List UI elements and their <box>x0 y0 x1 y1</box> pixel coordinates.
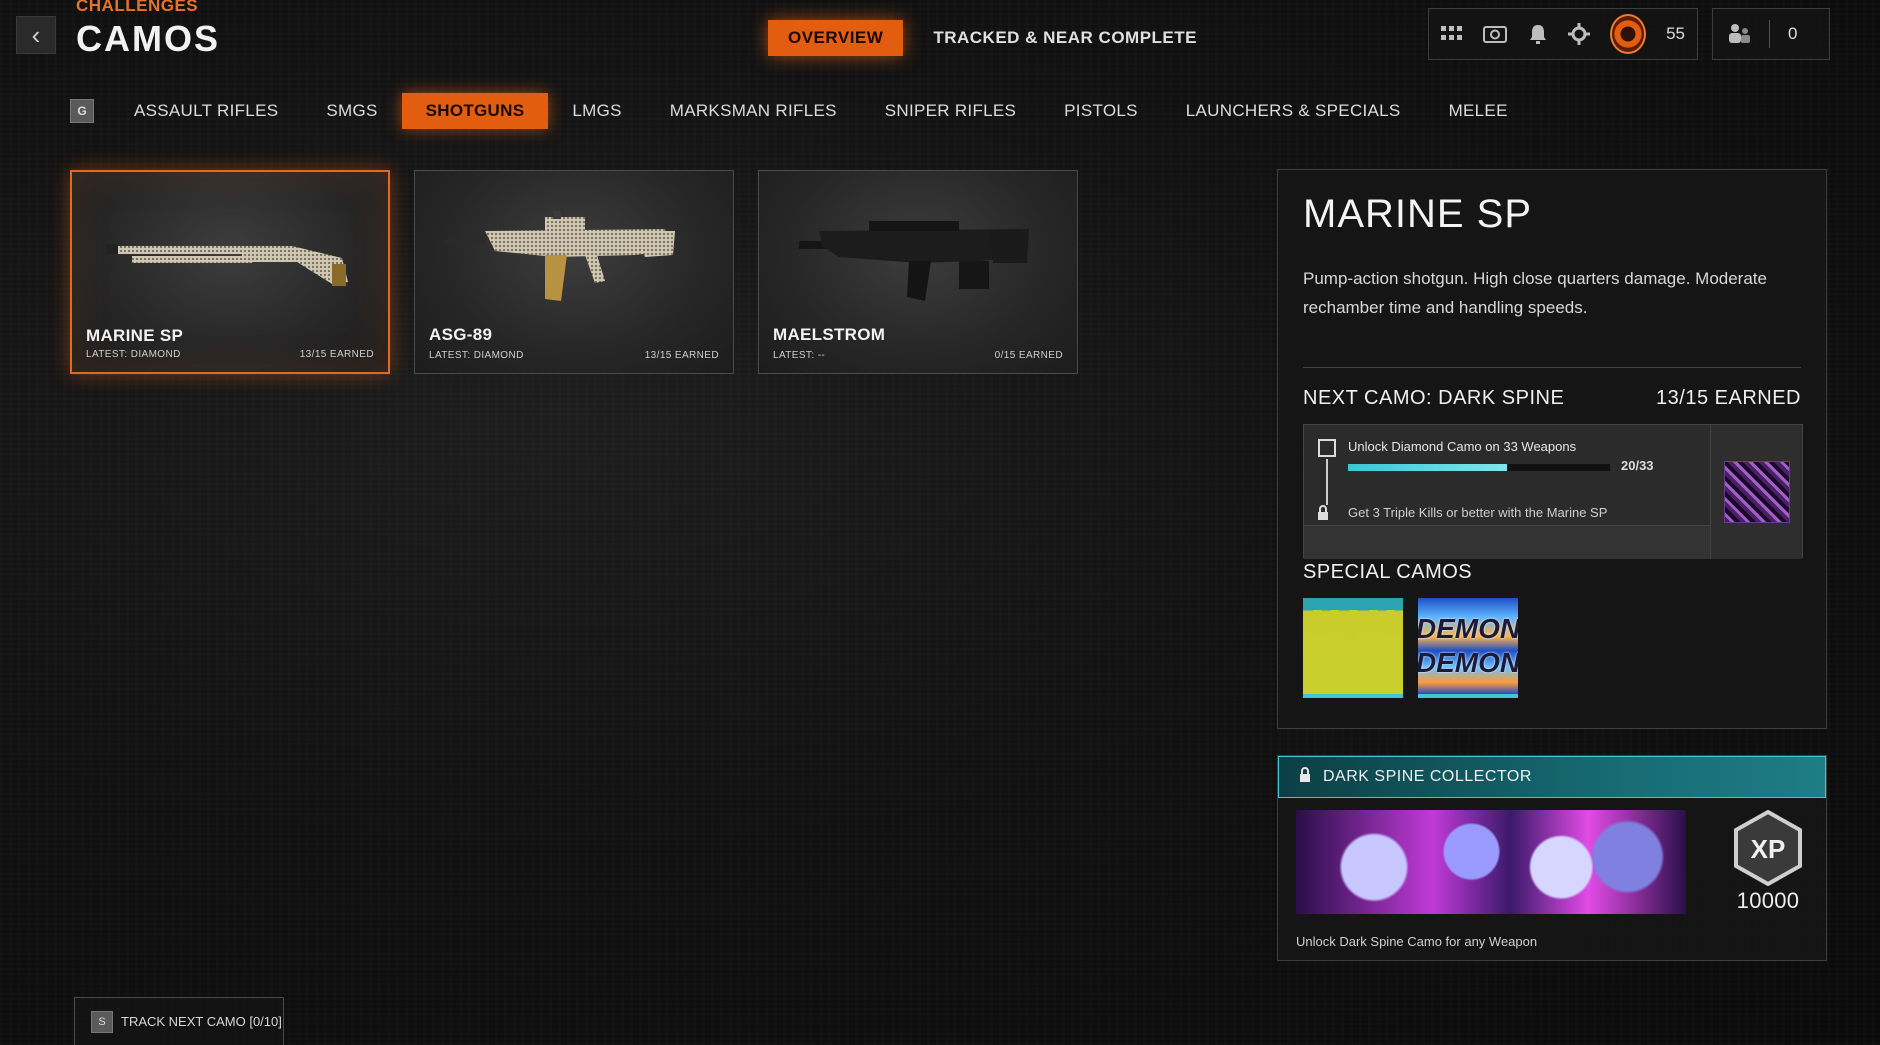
challenge-1-text: Unlock Diamond Camo on 33 Weapons <box>1348 439 1577 454</box>
demon-text: DEMON <box>1418 613 1518 644</box>
weapon-earned-count: 13/15 EARNED <box>644 350 719 361</box>
breadcrumb: CHALLENGES <box>76 0 199 15</box>
camera-icon[interactable] <box>1483 22 1507 46</box>
tab-launchers-specials[interactable]: LAUNCHERS & SPECIALS <box>1162 93 1425 129</box>
weapon-latest-camo: LATEST: DIAMOND <box>429 350 524 361</box>
xp-amount: 10000 <box>1736 888 1800 913</box>
tab-pistols[interactable]: PISTOLS <box>1040 93 1162 129</box>
collector-title: DARK SPINE COLLECTOR <box>1323 768 1532 785</box>
next-camo-label: NEXT CAMO: DARK SPINE <box>1303 387 1565 409</box>
back-button[interactable]: ‹ <box>16 16 56 54</box>
dark-spine-camo-thumb <box>1723 461 1790 523</box>
detail-description: Pump-action shotgun. High close quarters… <box>1303 269 1767 317</box>
connector-line <box>1326 459 1328 505</box>
party-divider <box>1769 20 1770 48</box>
drip <box>1387 610 1395 638</box>
hud-bar: 55 <box>1428 8 1698 60</box>
camo-challenge-box[interactable]: Unlock Diamond Camo on 33 Weapons 20/33 … <box>1303 424 1803 559</box>
prestige-level-icon[interactable] <box>1610 14 1647 54</box>
drip <box>1369 610 1377 630</box>
challenge-row-bg <box>1304 525 1712 559</box>
weapon-detail-panel: MARINE SP Pump-action shotgun. High clos… <box>1277 169 1827 729</box>
weapon-card-asg-89[interactable]: ASG-89 LATEST: DIAMOND 13/15 EARNED <box>414 170 734 374</box>
chevron-left-icon: ‹ <box>31 20 41 50</box>
detail-weapon-name: MARINE SP <box>1303 192 1533 236</box>
player-level: 55 <box>1666 24 1685 43</box>
bell-icon[interactable] <box>1527 22 1548 46</box>
checkbox-icon <box>1318 439 1336 457</box>
rifle-image <box>445 211 675 301</box>
lock-icon <box>1317 505 1337 525</box>
dark-spine-camo-preview <box>1296 810 1686 914</box>
track-next-camo-button[interactable]: S TRACK NEXT CAMO [0/10] <box>74 997 284 1045</box>
party-count: 0 <box>1788 24 1798 43</box>
party-members-icon <box>1727 22 1751 46</box>
gear-icon[interactable] <box>1568 22 1591 46</box>
next-camo-preview <box>1710 425 1802 559</box>
demon-text: DEMON <box>1418 647 1518 678</box>
drip <box>1349 610 1357 642</box>
weapon-category-tabs: ASSAULT RIFLES SMGS SHOTGUNS LMGS MARKSM… <box>110 93 1532 129</box>
progress-fill <box>1348 464 1507 471</box>
special-camo-slime[interactable] <box>1303 598 1403 698</box>
tab-overview[interactable]: OVERVIEW <box>768 20 904 56</box>
tab-tracked-near-complete[interactable]: TRACKED & NEAR COMPLETE <box>933 20 1197 56</box>
xp-icon: XP <box>1734 810 1802 886</box>
collector-description: Unlock Dark Spine Camo for any Weapon <box>1296 934 1538 949</box>
tab-smgs[interactable]: SMGS <box>302 93 401 129</box>
weapon-name: MARINE SP <box>86 326 184 345</box>
tab-melee[interactable]: MELEE <box>1425 93 1532 129</box>
tab-shotguns[interactable]: SHOTGUNS <box>401 93 549 129</box>
collector-panel[interactable]: DARK SPINE COLLECTOR XP 10000 Unlock Dar… <box>1277 755 1827 961</box>
weapon-name: ASG-89 <box>429 325 493 344</box>
weapon-latest-camo: LATEST: DIAMOND <box>86 349 181 360</box>
lock-icon <box>1299 766 1311 788</box>
tab-sniper-rifles[interactable]: SNIPER RIFLES <box>861 93 1040 129</box>
track-next-camo-label: TRACK NEXT CAMO [0/10] <box>121 1014 282 1029</box>
tab-lmgs[interactable]: LMGS <box>548 93 645 129</box>
xp-label: XP <box>1751 834 1786 864</box>
key-hint-g: G <box>70 99 94 123</box>
weapon-card-marine-sp[interactable]: MARINE SP LATEST: DIAMOND 13/15 EARNED <box>70 170 390 374</box>
challenge-1-progress: 20/33 <box>1621 458 1654 473</box>
weapon-name: MAELSTROM <box>773 325 886 344</box>
special-camo-demon[interactable]: DEMON DEMON <box>1418 598 1518 698</box>
key-hint-s: S <box>91 1010 113 1033</box>
weapon-earned-count: 0/15 EARNED <box>994 350 1063 361</box>
page-title: CAMOS <box>76 18 220 59</box>
top-tab-bar: OVERVIEW TRACKED & NEAR COMPLETE <box>768 20 1197 56</box>
challenge-2-text: Get 3 Triple Kills or better with the Ma… <box>1348 505 1608 520</box>
tab-marksman-rifles[interactable]: MARKSMAN RIFLES <box>646 93 861 129</box>
challenge-1-progress-bar <box>1348 464 1610 471</box>
weapon-earned-count: 13/15 EARNED <box>299 349 374 360</box>
weapon-latest-camo: LATEST: -- <box>773 350 826 361</box>
special-camos-label: SPECIAL CAMOS <box>1303 561 1473 583</box>
weapon-card-maelstrom[interactable]: MAELSTROM LATEST: -- 0/15 EARNED <box>758 170 1078 374</box>
drip <box>1331 610 1339 626</box>
grid-icon[interactable] <box>1441 22 1463 46</box>
drip <box>1313 610 1321 636</box>
next-camo-earned: 13/15 EARNED <box>1656 387 1801 409</box>
party-widget[interactable]: 0 <box>1712 8 1830 60</box>
divider <box>1303 367 1801 368</box>
shotgun-image <box>799 221 1029 301</box>
shotgun-image <box>106 244 348 286</box>
tab-assault-rifles[interactable]: ASSAULT RIFLES <box>110 93 302 129</box>
collector-header: DARK SPINE COLLECTOR <box>1278 756 1826 798</box>
